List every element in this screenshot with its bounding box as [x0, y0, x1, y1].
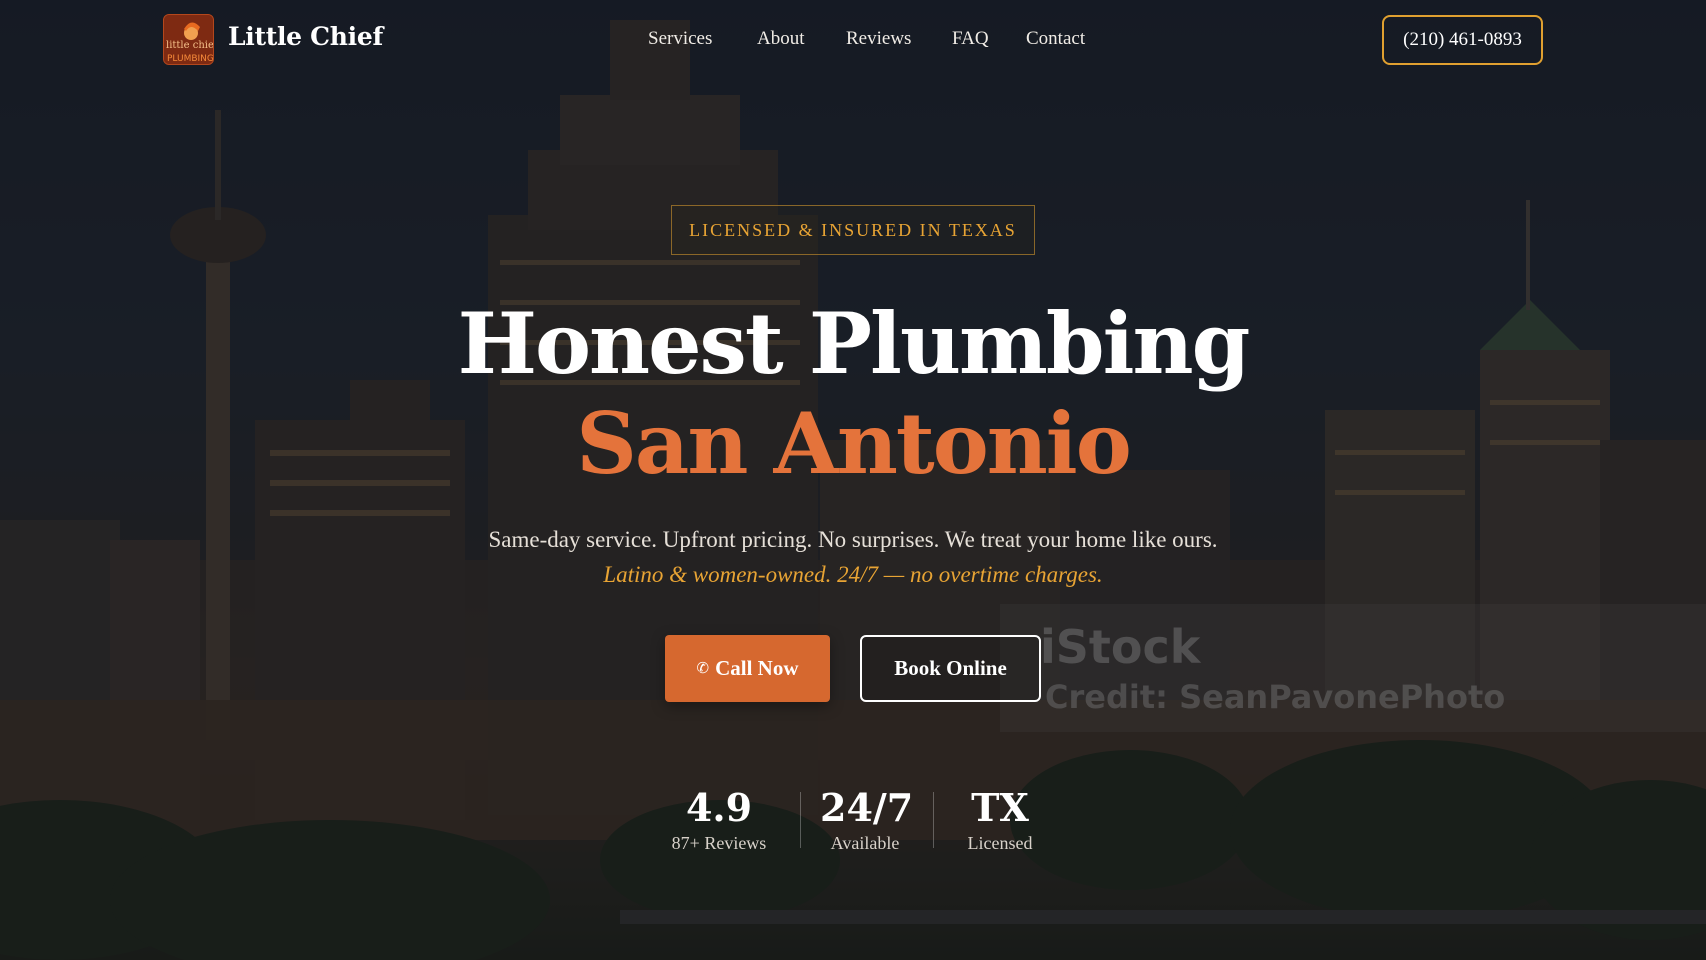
nav-link-faq[interactable]: FAQ [952, 28, 1026, 50]
stat-availability: 24/7 Available [820, 785, 914, 854]
brand-logo[interactable]: little chief PLUMBING [163, 14, 214, 65]
call-now-label: Call Now [715, 656, 799, 680]
chief-logo-icon: little chief PLUMBING [164, 15, 214, 64]
stat-license-label: Licensed [967, 833, 1033, 853]
watermark-credit: Credit: SeanPavonePhoto [1045, 678, 1506, 716]
stat-divider [800, 792, 801, 848]
subheading-emphasis: Latino & women-owned. 24/7 — no overtime… [603, 562, 1103, 587]
stat-license-value: TX [971, 785, 1029, 830]
nav-link-services[interactable]: Services [648, 28, 757, 50]
nav-link-reviews[interactable]: Reviews [846, 28, 952, 50]
top-navigation: little chief PLUMBING Little Chief Servi… [0, 0, 1706, 80]
phone-number-button[interactable]: (210) 461-0893 [1382, 15, 1543, 65]
stat-rating-value: 4.9 [685, 785, 753, 830]
nav-link-contact[interactable]: Contact [1026, 28, 1106, 50]
stat-divider [933, 792, 934, 848]
stat-rating-label: 87+ Reviews [671, 833, 767, 853]
license-badge: LICENSED & INSURED IN TEXAS [671, 205, 1035, 255]
watermark-brand: iStock [1040, 620, 1201, 674]
subheading-plain: Same-day service. Upfront pricing. No su… [488, 527, 1218, 552]
stat-availability-label: Available [830, 833, 900, 853]
stat-availability-value: 24/7 [820, 785, 914, 830]
svg-text:little chief: little chief [166, 40, 214, 51]
phone-icon: ✆ [696, 661, 710, 677]
headline-line-2: San Antonio [576, 394, 1132, 493]
headline-line-1: Honest Plumbing [457, 294, 1251, 393]
hero-subheading: Same-day service. Upfront pricing. No su… [463, 522, 1243, 592]
book-online-button[interactable]: Book Online [860, 635, 1041, 702]
nav-link-about[interactable]: About [757, 28, 846, 50]
stat-rating: 4.9 87+ Reviews [664, 786, 774, 854]
stat-license: TX Licensed [955, 786, 1045, 854]
svg-text:PLUMBING: PLUMBING [167, 54, 214, 64]
hero-section: iStock Credit: SeanPavonePhoto little ch… [0, 0, 1706, 960]
main-menu: Services About Reviews FAQ Contact [648, 28, 1106, 50]
brand-name[interactable]: Little Chief [228, 22, 383, 51]
call-now-button[interactable]: ✆ Call Now [665, 635, 830, 702]
